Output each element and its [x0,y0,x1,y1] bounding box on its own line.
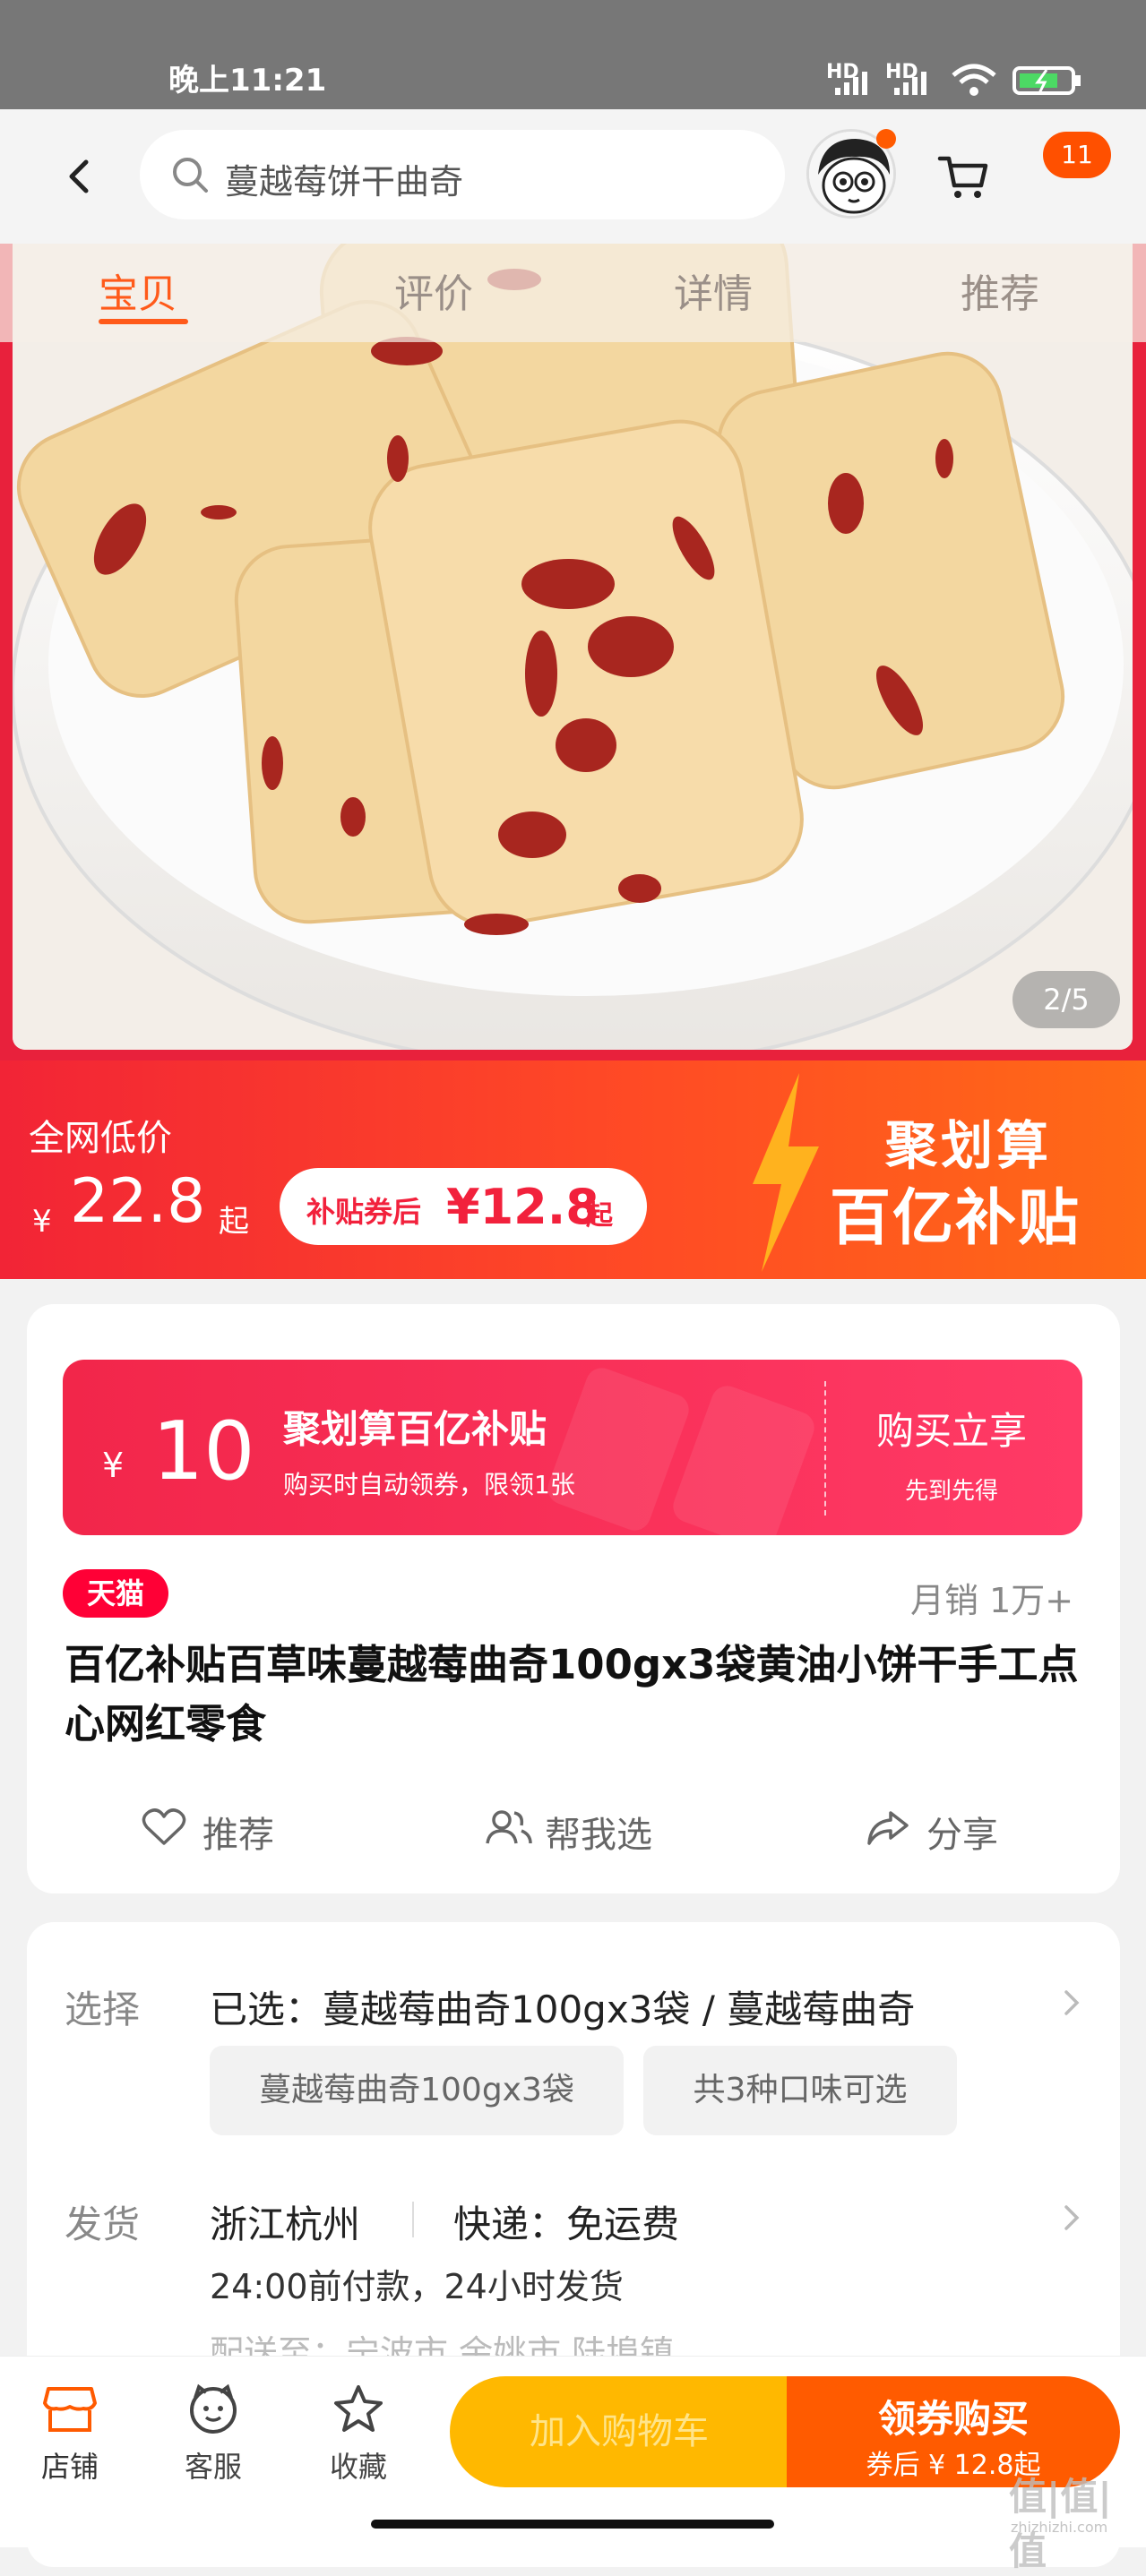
selected-sku[interactable]: 已选：蔓越莓曲奇100gx3袋 / 蔓越莓曲奇 [210,1979,915,2034]
tab-reviews[interactable]: 评价 [394,262,473,319]
service-smiley-icon [190,2383,237,2434]
avatar-notification-dot [876,129,896,149]
coupon-action-sub: 先到先得 [905,1478,999,1505]
add-to-cart-button[interactable]: 加入购物车 [450,2376,788,2487]
search-query-text: 蔓越莓饼干曲奇 [225,162,464,202]
ship-origin: 浙江杭州 [210,2202,361,2246]
recommend-label: 推荐 [202,1815,274,1856]
store-icon [43,2387,97,2432]
product-tab-bar: 宝贝 评价 详情 推荐 [0,244,1146,342]
monthly-sales: 月销 1万+ [910,1581,1074,1620]
product-title: 百亿补贴百草味蔓越莓曲奇100gx3袋黄油小饼干手工点心网红零食 [65,1641,1079,1747]
share-label: 分享 [926,1815,998,1856]
sku-option-chip[interactable]: 蔓越莓曲奇100gx3袋 [210,2046,624,2135]
price-promo-banner: 全网低价 ¥ 22.8 起 补贴券后 ¥12.8 起 聚划算 百亿补贴 [0,1060,1146,1279]
help-choose-label: 帮我选 [545,1815,652,1856]
recommend-button[interactable]: 推荐 [142,1802,321,1856]
ship-time: 24:00前付款，24小时发货 [210,2267,624,2306]
select-label: 选择 [65,1988,141,2031]
favorite-label: 收藏 [329,2450,387,2484]
back-arrow-icon[interactable] [54,150,108,203]
share-button[interactable]: 分享 [866,1802,1045,1856]
tmall-badge: 天猫 [63,1569,168,1618]
gallery-page-counter: 2/5 [1012,971,1120,1028]
price-value: 22.8 [70,1166,206,1237]
coupon-divider [824,1381,826,1516]
active-tab-underline [99,319,188,324]
tab-recommend[interactable]: 推荐 [961,262,1039,319]
chevron-right-icon[interactable] [1057,2200,1084,2236]
favorite-button[interactable]: 收藏 [305,2383,412,2486]
subsidy-prefix: 补贴券后 [306,1195,422,1229]
coupon-description: 购买时自动领券，限领1张 [283,1470,575,1499]
lightning-bolt-icon [753,1073,819,1272]
coupon-decoration-icon [547,1368,814,1535]
cart-icon[interactable] [936,150,990,203]
product-photo [13,244,1133,1050]
message-count-badge[interactable]: 11 [1043,132,1111,178]
customer-service-button[interactable]: 客服 [159,2383,267,2486]
coupon-title: 聚划算百亿补贴 [283,1407,547,1451]
status-bar: 晚上11:21 HD HD [0,0,1146,109]
coupon-amount: 10 [152,1404,255,1498]
top-nav-bar: 蔓越莓饼干曲奇 11 [0,109,1146,244]
buy-label: 领券购买 [877,2397,1029,2441]
shipping-label: 发货 [65,2202,141,2246]
search-bar[interactable]: 蔓越莓饼干曲奇 [140,130,785,219]
cell-signal-icon-2 [894,72,926,95]
subsidy-price: ¥12.8 [446,1179,599,1235]
status-time: 晚上11:21 [168,63,327,99]
flavor-count-chip[interactable]: 共3种口味可选 [643,2046,957,2135]
heart-icon [142,1808,186,1845]
ship-divider [412,2202,414,2237]
tab-item[interactable]: 宝贝 [99,262,177,319]
watermark-site: zhizhizhi.com [1011,2519,1108,2536]
ship-method: 快递：免运费 [453,2202,680,2246]
wifi-icon [952,64,996,96]
chevron-right-icon[interactable] [1057,1985,1084,2021]
home-indicator [371,2520,774,2529]
search-icon [173,158,208,193]
price-suffix: 起 [219,1204,249,1240]
coupon-currency: ¥ [102,1446,125,1485]
store-button[interactable]: 店铺 [16,2383,124,2486]
product-image-gallery[interactable]: 宝贝 评价 详情 推荐 2/5 [0,244,1146,1060]
bottom-action-bar: 店铺 客服 收藏 加入购物车 领券购买 券后 ¥ 12.8起 [0,2356,1146,2547]
coupon-action[interactable]: 购买立享 [876,1401,1027,1455]
customer-service-label: 客服 [184,2450,242,2484]
store-label: 店铺 [40,2450,99,2484]
cranberry-cookies-image [13,244,1133,1050]
billion-subsidy-brand-text: 百亿补贴 [830,1183,1081,1254]
battery-icon [1012,66,1081,95]
lowest-price-label: 全网低价 [29,1118,172,1159]
cell-signal-icon-1 [835,72,867,95]
share-icon [867,1811,909,1845]
subsidy-coupon[interactable]: ¥ 10 聚划算百亿补贴 购买时自动领券，限领1张 购买立享 先到先得 [63,1360,1082,1535]
subsidy-suffix: 起 [586,1200,613,1232]
product-info-card: ¥ 10 聚划算百亿补贴 购买时自动领券，限领1张 购买立享 先到先得 天猫 月… [27,1304,1120,1893]
subsidy-price-pill: 补贴券后 ¥12.8 起 [280,1168,647,1245]
star-icon [334,2385,383,2432]
help-choose-button[interactable]: 帮我选 [484,1802,699,1856]
price-currency: ¥ [32,1204,52,1240]
tab-details[interactable]: 详情 [674,262,753,319]
people-icon [486,1810,532,1844]
